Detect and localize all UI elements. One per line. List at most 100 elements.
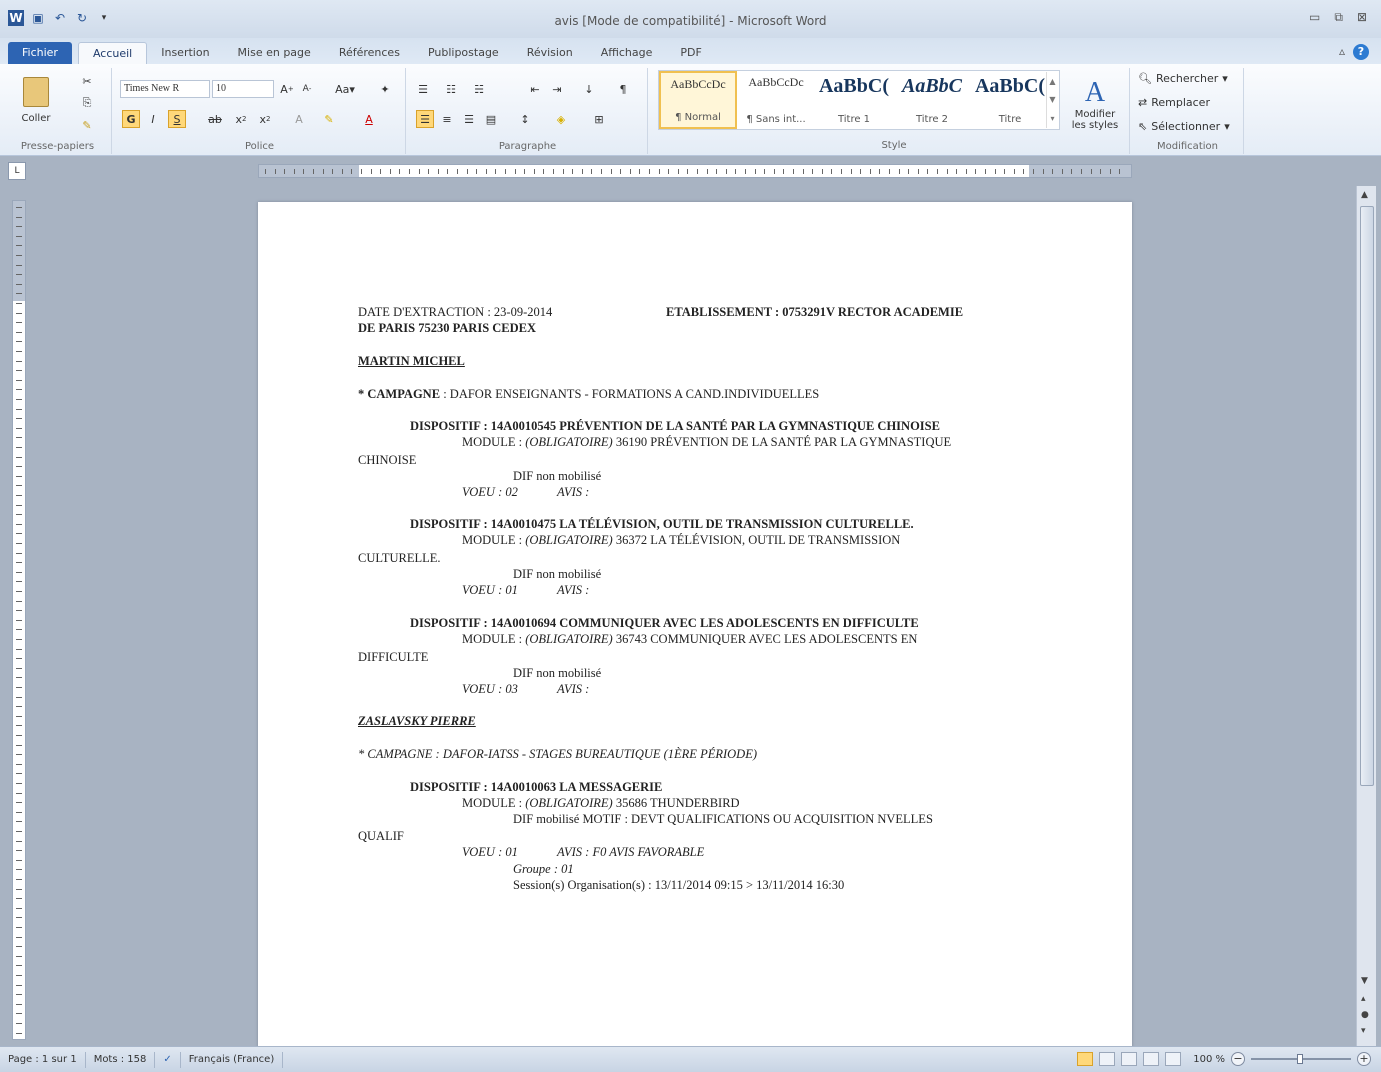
style-normal[interactable]: AaBbCcDc ¶ Normal — [659, 71, 737, 129]
zoom-in-icon[interactable]: + — [1357, 1052, 1371, 1066]
change-case-icon[interactable]: Aa▾ — [332, 80, 358, 98]
find-button[interactable]: 🔍︎ Rechercher ▾ — [1138, 72, 1228, 85]
decrease-indent-icon[interactable]: ⇤ — [526, 80, 544, 98]
superscript-icon[interactable]: x2 — [256, 110, 274, 128]
grow-font-icon[interactable]: A + — [278, 80, 296, 98]
ruler-tick — [821, 169, 823, 174]
help-icon[interactable]: ? — [1353, 44, 1369, 60]
horizontal-ruler[interactable] — [258, 164, 1132, 178]
text-effects-icon[interactable]: A — [290, 110, 308, 128]
page-count[interactable]: Page : 1 sur 1 — [0, 1051, 86, 1068]
sort-icon[interactable]: ↓ — [580, 80, 598, 98]
highlight-icon[interactable]: ✎ — [320, 110, 338, 128]
tab-review[interactable]: Révision — [513, 42, 587, 64]
outline-icon[interactable] — [1143, 1052, 1160, 1066]
ribbon-tabs: Fichier Accueil Insertion Mise en page R… — [0, 38, 1381, 64]
vertical-ruler[interactable] — [12, 200, 26, 1040]
chevron-down-icon[interactable]: ▼ — [1049, 95, 1055, 104]
multilevel-list-icon[interactable]: ☵ — [470, 80, 488, 98]
groupe: Groupe : 01 — [513, 862, 574, 876]
ruler-tick — [16, 639, 22, 640]
style-no-spacing[interactable]: AaBbCcDc ¶ Sans int... — [737, 71, 815, 129]
tab-insert[interactable]: Insertion — [147, 42, 223, 64]
full-screen-reading-icon[interactable] — [1099, 1052, 1116, 1066]
draft-icon[interactable] — [1165, 1052, 1182, 1066]
select-button[interactable]: ⇖ Sélectionner ▾ — [1138, 120, 1230, 133]
style-heading-2[interactable]: AaBbC Titre 2 — [893, 71, 971, 129]
more-icon[interactable]: ▾ — [1050, 114, 1054, 123]
font-size-combo[interactable]: 10 — [212, 80, 274, 98]
style-heading-1[interactable]: AaBbC( Titre 1 — [815, 71, 893, 129]
tab-home[interactable]: Accueil — [77, 42, 148, 64]
zoom-out-icon[interactable]: − — [1231, 1052, 1245, 1066]
font-name-combo[interactable]: Times New R — [120, 80, 210, 98]
zoom-thumb[interactable] — [1297, 1054, 1303, 1064]
binoculars-icon: 🔍︎ — [1138, 72, 1152, 85]
numbering-icon[interactable]: ☷ — [442, 80, 460, 98]
tab-file[interactable]: Fichier — [8, 42, 72, 64]
ruler-tick — [524, 169, 526, 174]
format-painter-icon[interactable]: ✎ — [78, 116, 96, 134]
ruler-tick — [16, 1013, 22, 1015]
language[interactable]: Français (France) — [181, 1051, 284, 1068]
align-right-icon[interactable]: ☰ — [460, 110, 478, 128]
tab-pdf[interactable]: PDF — [666, 42, 715, 64]
ruler-tick — [1061, 169, 1063, 174]
clipboard-group: Coller ✂ ⎘ ✎ Presse-papiers — [4, 68, 112, 154]
cut-icon[interactable]: ✂ — [78, 72, 96, 90]
document-page[interactable]: DATE D'EXTRACTION : 23-09-2014 ETABLISSE… — [258, 202, 1132, 1048]
close-icon[interactable]: ⊠ — [1357, 10, 1367, 25]
paste-button[interactable]: Coller — [16, 70, 56, 130]
bullets-icon[interactable]: ☰ — [414, 80, 432, 98]
previous-page-icon[interactable]: ▴ — [1361, 994, 1366, 1004]
tab-references[interactable]: Références — [325, 42, 414, 64]
line-spacing-icon[interactable]: ↕ — [516, 110, 534, 128]
subscript-icon[interactable]: x2 — [232, 110, 250, 128]
ruler-tick — [725, 169, 727, 174]
italic-icon[interactable]: I — [144, 110, 162, 128]
replace-button[interactable]: ⇄ Remplacer — [1138, 96, 1210, 109]
restore-icon[interactable]: ⧉ — [1334, 10, 1343, 25]
chevron-up-icon[interactable]: ▲ — [1049, 77, 1055, 86]
spellcheck-icon[interactable]: ✓ — [155, 1051, 181, 1068]
scroll-down-icon[interactable]: ▼ — [1361, 976, 1368, 986]
ruler-tick — [773, 169, 775, 174]
next-page-icon[interactable]: ▾ — [1361, 1026, 1366, 1036]
clear-formatting-icon[interactable]: ✦ — [376, 80, 394, 98]
module-line: MODULE : (OBLIGATOIRE) 36372 LA TÉLÉVISI… — [462, 533, 901, 547]
ruler-tick — [16, 389, 22, 391]
zoom-slider[interactable] — [1251, 1054, 1351, 1064]
bold-icon[interactable]: G — [122, 110, 140, 128]
align-left-icon[interactable]: ☰ — [416, 110, 434, 128]
zoom-level[interactable]: 100 % — [1193, 1054, 1225, 1065]
ruler-tick — [16, 235, 22, 237]
strikethrough-icon[interactable]: ab — [206, 110, 224, 128]
tab-selector-icon[interactable]: L — [8, 162, 26, 180]
copy-icon[interactable]: ⎘ — [78, 94, 96, 112]
increase-indent-icon[interactable]: ⇥ — [548, 80, 566, 98]
ruler-tick — [380, 169, 382, 174]
tab-page-layout[interactable]: Mise en page — [224, 42, 325, 64]
shrink-font-icon[interactable]: A- — [298, 80, 316, 98]
print-layout-icon[interactable] — [1077, 1052, 1094, 1066]
borders-icon[interactable]: ⊞ — [590, 110, 608, 128]
minimize-ribbon-icon[interactable]: ▵ — [1339, 44, 1345, 60]
word-count[interactable]: Mots : 158 — [86, 1051, 156, 1068]
justify-icon[interactable]: ▤ — [482, 110, 500, 128]
underline-icon[interactable]: S — [168, 110, 186, 128]
scroll-thumb[interactable] — [1360, 206, 1374, 786]
browse-object-icon[interactable]: ● — [1361, 1010, 1369, 1020]
web-layout-icon[interactable] — [1121, 1052, 1138, 1066]
scroll-up-icon[interactable]: ▲ — [1361, 190, 1368, 200]
tab-view[interactable]: Affichage — [587, 42, 667, 64]
font-color-icon[interactable]: A — [360, 110, 378, 128]
window-title: avis [Mode de compatibilité] - Microsoft… — [554, 14, 827, 28]
tab-mailings[interactable]: Publipostage — [414, 42, 513, 64]
show-marks-icon[interactable]: ¶ — [614, 80, 632, 98]
style-title[interactable]: AaBbC( Titre — [971, 71, 1049, 129]
vertical-scrollbar[interactable]: ▲ ▼ ▴ ● ▾ — [1356, 186, 1376, 1046]
align-center-icon[interactable]: ≡ — [438, 110, 456, 128]
shading-icon[interactable]: ◈ — [552, 110, 570, 128]
minimize-icon[interactable]: ▭ — [1309, 10, 1320, 25]
styles-scroll[interactable]: ▲ ▼ ▾ — [1046, 72, 1058, 128]
